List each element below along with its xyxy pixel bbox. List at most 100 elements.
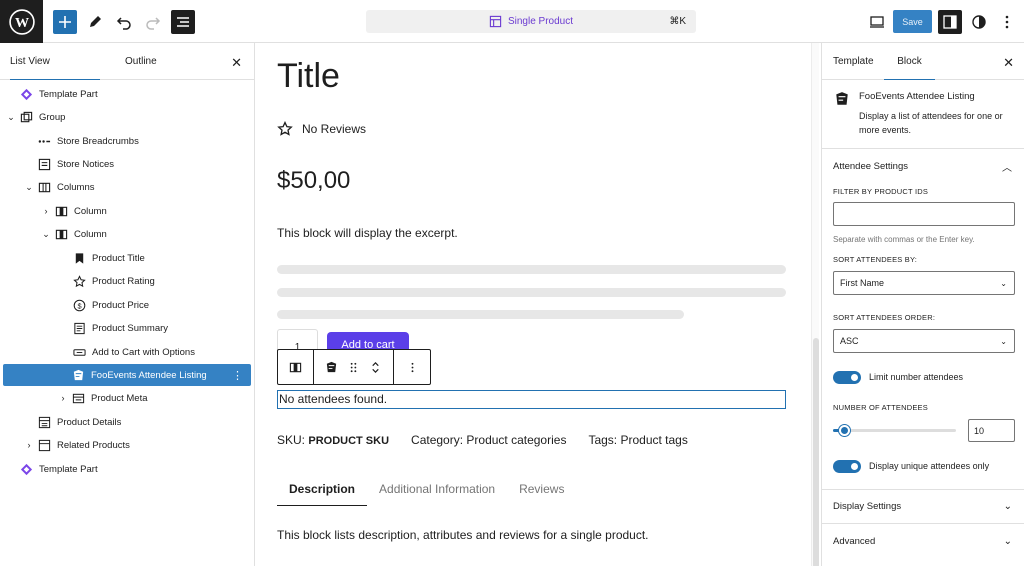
slider-thumb[interactable]	[839, 425, 850, 436]
product-description[interactable]: This block lists description, attributes…	[277, 528, 649, 542]
tab-additional-information[interactable]: Additional Information	[367, 479, 507, 506]
undo-icon	[116, 17, 131, 30]
product-rating[interactable]: No Reviews	[277, 121, 366, 137]
list-item[interactable]: ⌄ Columns	[0, 176, 254, 198]
list-item[interactable]: Product Summary	[0, 317, 254, 339]
unique-attendees-label: Display unique attendees only	[869, 461, 990, 471]
parent-block-button[interactable]	[278, 350, 314, 384]
list-item-selected[interactable]: FooEvents Attendee Listing ⋮	[3, 364, 251, 386]
column-icon	[55, 228, 68, 241]
list-item[interactable]: › Product Meta	[0, 387, 254, 409]
styles-button[interactable]	[967, 10, 991, 34]
sort-by-select[interactable]: First Name ⌄	[833, 271, 1015, 295]
chevron-down-icon[interactable]: ⌄	[24, 182, 34, 192]
list-item-label: Product Title	[92, 252, 145, 264]
display-settings-panel-toggle[interactable]: Display Settings ⌄	[822, 490, 1024, 524]
advanced-panel-toggle[interactable]: Advanced ⌄	[822, 524, 1024, 558]
list-item-label: Product Price	[92, 299, 150, 311]
list-item[interactable]: Template Part	[0, 458, 254, 480]
tab-description[interactable]: Description	[277, 479, 368, 506]
list-item[interactable]: Store Notices	[0, 153, 254, 175]
list-item-label: Product Rating	[92, 275, 155, 287]
list-item[interactable]: Add to Cart with Options	[0, 341, 254, 363]
placeholder-line	[277, 310, 684, 319]
list-item[interactable]: Product Details	[0, 411, 254, 433]
chevron-right-icon[interactable]: ›	[41, 206, 51, 216]
list-item[interactable]: Store Breadcrumbs	[0, 130, 254, 152]
template-part-icon	[20, 88, 33, 101]
star-icon	[73, 274, 86, 288]
chevron-right-icon[interactable]: ›	[58, 393, 68, 403]
drag-handle-icon[interactable]	[347, 361, 360, 374]
canvas-scrollbar[interactable]	[811, 43, 819, 566]
list-item[interactable]: Template Part	[0, 83, 254, 105]
number-of-attendees-slider[interactable]	[833, 425, 956, 436]
related-icon	[38, 439, 51, 452]
sort-order-select[interactable]: ASC ⌄	[833, 329, 1015, 353]
sku-label: SKU:	[277, 433, 306, 447]
chevron-down-icon: ⌄	[1003, 535, 1012, 547]
tab-template[interactable]: Template	[833, 43, 874, 80]
column-icon	[55, 205, 68, 218]
tab-list-view[interactable]: List View	[10, 43, 100, 80]
more-vertical-icon[interactable]: ⋮	[232, 369, 243, 382]
list-item[interactable]: › Column	[0, 200, 254, 222]
pencil-icon	[90, 16, 101, 27]
block-mover	[314, 350, 394, 384]
list-item[interactable]: Product Rating	[0, 270, 254, 292]
half-circle-icon	[972, 15, 986, 29]
chevron-right-icon[interactable]: ›	[24, 440, 34, 450]
tab-outline[interactable]: Outline	[125, 43, 157, 80]
chevron-down-icon[interactable]: ⌄	[6, 112, 16, 122]
editor-canvas[interactable]: Title No Reviews $50,00 This block will …	[255, 43, 821, 566]
list-item[interactable]: ⌄ Column	[0, 223, 254, 245]
undo-button[interactable]	[112, 10, 136, 34]
redo-button[interactable]	[141, 10, 165, 34]
layout-icon	[489, 15, 502, 28]
attendee-settings-panel-toggle[interactable]: Attendee Settings ︿	[822, 149, 1024, 183]
template-part-icon	[20, 463, 33, 476]
tab-reviews[interactable]: Reviews	[507, 479, 576, 506]
save-button[interactable]: Save	[893, 10, 932, 33]
breadcrumbs-icon	[38, 135, 51, 148]
chevron-down-icon[interactable]: ⌄	[41, 229, 51, 239]
options-button[interactable]	[995, 10, 1019, 34]
list-item[interactable]: ⌄ Group	[0, 106, 254, 128]
move-up-down-icon[interactable]	[369, 361, 382, 374]
settings-tabs: Template Block ✕	[822, 43, 1024, 80]
unique-attendees-toggle[interactable]	[833, 460, 861, 473]
block-inserter-button[interactable]	[53, 10, 77, 34]
list-view-panel: List View Outline ✕ Template Part ⌄ Grou…	[0, 43, 255, 566]
filter-label: FILTER BY PRODUCT IDS	[833, 187, 929, 196]
settings-button[interactable]	[938, 10, 962, 34]
document-overview-button[interactable]	[171, 10, 195, 34]
scrollbar-thumb[interactable]	[813, 338, 819, 566]
number-of-attendees-input[interactable]: 10	[968, 419, 1015, 442]
filter-product-ids-input[interactable]	[833, 202, 1015, 226]
block-options-button[interactable]	[394, 350, 430, 384]
dollar-icon: $	[73, 299, 86, 312]
product-details-tabs: Description Additional Information Revie…	[277, 479, 576, 506]
attendee-listing-block[interactable]: No attendees found.	[277, 390, 786, 409]
wordpress-logo-button[interactable]: W	[0, 0, 43, 43]
list-item[interactable]: › Related Products	[0, 434, 254, 456]
tools-button[interactable]	[83, 10, 107, 34]
sort-by-value: First Name	[840, 278, 885, 288]
list-item[interactable]: $ Product Price	[0, 294, 254, 316]
limit-attendees-toggle[interactable]	[833, 371, 861, 384]
tab-block[interactable]: Block	[884, 43, 935, 80]
preview-button[interactable]	[865, 10, 889, 34]
filter-help-text: Separate with commas or the Enter key.	[833, 235, 975, 244]
section-title: Advanced	[833, 535, 876, 547]
close-icon[interactable]: ✕	[231, 55, 242, 71]
close-icon[interactable]: ✕	[1003, 55, 1014, 71]
redo-icon	[146, 17, 161, 30]
product-price[interactable]: $50,00	[277, 167, 350, 195]
fooevents-icon[interactable]	[325, 361, 338, 374]
product-excerpt[interactable]: This block will display the excerpt.	[277, 226, 458, 240]
list-item[interactable]: Product Title	[0, 247, 254, 269]
command-palette-bar[interactable]: Single Product ⌘K	[366, 10, 696, 33]
list-item-label: Column	[74, 205, 107, 217]
wordpress-icon: W	[8, 8, 35, 35]
product-title[interactable]: Title	[277, 57, 340, 96]
